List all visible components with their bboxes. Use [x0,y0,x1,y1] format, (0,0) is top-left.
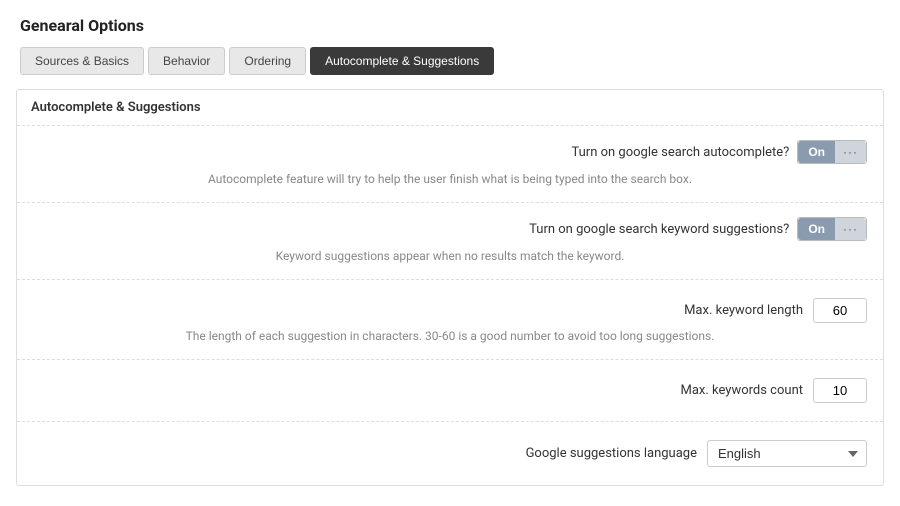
section-header: Autocomplete & Suggestions [17,90,883,126]
autocomplete-dots-button[interactable]: ··· [835,141,866,163]
keyword-suggestions-toggle-group: On ··· [797,217,867,241]
max-keyword-length-control-row: Max. keyword length [33,294,867,327]
tab-behavior[interactable]: Behavior [148,47,225,75]
suggestions-language-label: Google suggestions language [526,446,697,461]
max-keyword-length-description: The length of each suggestion in charact… [33,327,867,345]
suggestions-language-select[interactable]: English Spanish French German Italian Po… [707,440,867,467]
autocomplete-control-row: Turn on google search autocomplete? On ·… [33,140,867,164]
suggestions-language-row: Google suggestions language English Span… [17,422,883,485]
max-keywords-count-input[interactable] [813,378,867,403]
keyword-suggestions-on-button[interactable]: On [798,218,835,240]
language-select-wrapper: English Spanish French German Italian Po… [707,440,867,467]
keyword-suggestions-dots-button[interactable]: ··· [835,218,866,240]
tab-ordering[interactable]: Ordering [229,47,306,75]
autocomplete-setting-row: Turn on google search autocomplete? On ·… [17,126,883,203]
suggestions-language-control-row: Google suggestions language English Span… [33,436,867,471]
page-wrapper: Genearal Options Sources & Basics Behavi… [0,0,900,506]
keyword-suggestions-description: Keyword suggestions appear when no resul… [33,247,867,265]
keyword-suggestions-label: Turn on google search keyword suggestion… [529,222,789,237]
tab-autocomplete-suggestions[interactable]: Autocomplete & Suggestions [310,47,494,75]
autocomplete-on-button[interactable]: On [798,141,835,163]
autocomplete-description: Autocomplete feature will try to help th… [33,170,867,188]
section-panel: Autocomplete & Suggestions Turn on googl… [16,89,884,486]
max-keywords-count-control-row: Max. keywords count [33,374,867,407]
keyword-suggestions-control-row: Turn on google search keyword suggestion… [33,217,867,241]
autocomplete-toggle-group: On ··· [797,140,867,164]
max-keywords-count-row: Max. keywords count [17,360,883,422]
max-keywords-count-label: Max. keywords count [681,383,804,398]
page-title: Genearal Options [0,0,900,47]
autocomplete-label: Turn on google search autocomplete? [571,145,789,160]
tabs-bar: Sources & Basics Behavior Ordering Autoc… [0,47,900,75]
keyword-suggestions-setting-row: Turn on google search keyword suggestion… [17,203,883,280]
max-keyword-length-label: Max. keyword length [684,303,803,318]
max-keyword-length-row: Max. keyword length The length of each s… [17,280,883,360]
tab-sources-basics[interactable]: Sources & Basics [20,47,144,75]
max-keyword-length-input[interactable] [813,298,867,323]
